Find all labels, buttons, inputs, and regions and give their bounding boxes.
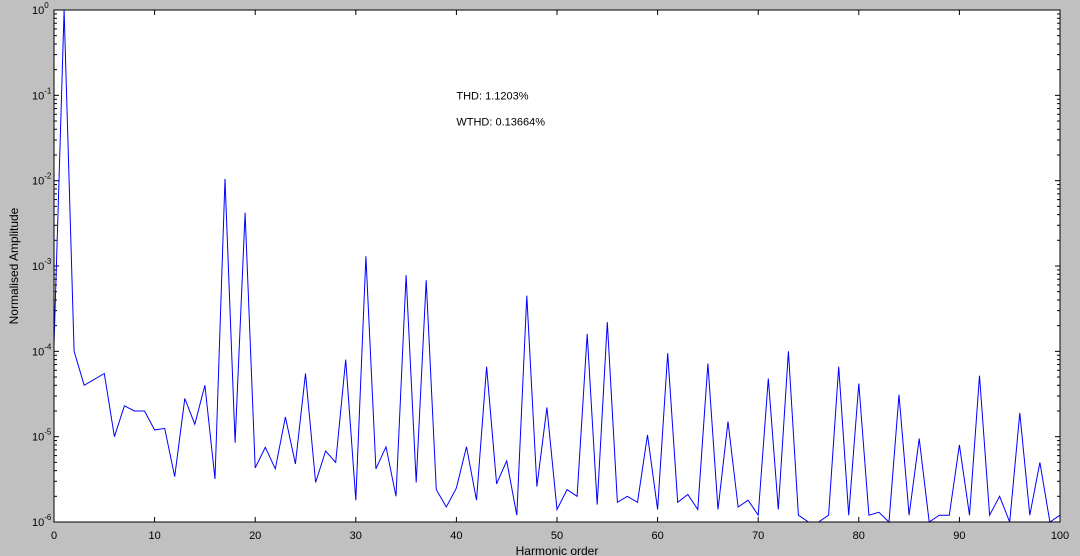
- y-tick-label: 100: [32, 1, 49, 17]
- x-tick-label: 40: [450, 530, 462, 542]
- y-tick-label: 10-6: [32, 513, 52, 529]
- x-axis-label: Harmonic order: [516, 544, 599, 556]
- x-tick-label: 0: [51, 530, 57, 542]
- wthd-annotation: WTHD: 0.13664%: [456, 116, 545, 128]
- x-tick-label: 70: [752, 530, 764, 542]
- x-tick-label: 30: [350, 530, 362, 542]
- x-tick-label: 80: [853, 530, 865, 542]
- y-tick-label: 10-4: [32, 342, 52, 358]
- y-tick-label: 10-3: [32, 257, 52, 273]
- x-tick-label: 90: [953, 530, 965, 542]
- x-tick-label: 100: [1051, 530, 1069, 542]
- y-tick-label: 10-2: [32, 172, 52, 188]
- y-tick-label: 10-5: [32, 428, 52, 444]
- thd-annotation: THD: 1.1203%: [456, 90, 528, 102]
- x-tick-label: 20: [249, 530, 261, 542]
- y-tick-label: 10-1: [32, 86, 52, 102]
- figure-window: 0 10 20 30 40 50 60 70 80 90 100 10-6 10-5 10-4 10-3 10…: [0, 0, 1080, 556]
- x-tick-label: 60: [651, 530, 663, 542]
- x-tick-label: 10: [148, 530, 160, 542]
- x-tick-label: 50: [551, 530, 563, 542]
- y-axis-label: Normalised Amplitude: [7, 207, 21, 324]
- plot-area: [54, 10, 1060, 522]
- harmonic-spectrum-chart: 0 10 20 30 40 50 60 70 80 90 100 10-6 10-5 10-4 10-3 10…: [7, 1, 1069, 556]
